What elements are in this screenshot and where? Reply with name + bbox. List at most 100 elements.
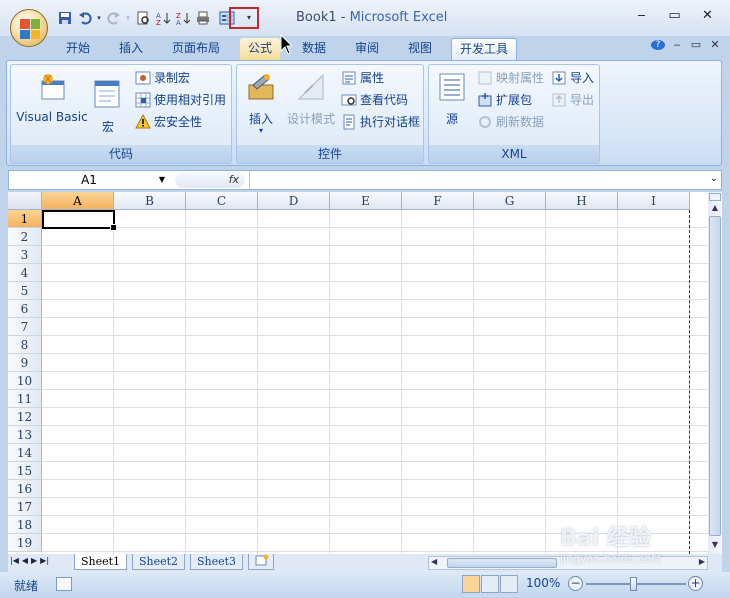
zoom-slider-knob[interactable] — [630, 577, 637, 591]
map-properties-button[interactable]: 映射属性 — [477, 69, 544, 86]
row-header[interactable]: 3 — [8, 246, 42, 264]
row-header[interactable]: 11 — [8, 390, 42, 408]
expansion-packs-button[interactable]: 扩展包 — [477, 91, 532, 108]
name-box-dropdown-icon[interactable]: ▼ — [159, 171, 165, 189]
column-header[interactable]: C — [186, 192, 258, 210]
view-code-button[interactable]: 查看代码 — [341, 91, 408, 108]
sheet-tab-2[interactable]: Sheet2 — [132, 554, 186, 570]
row-header[interactable]: 14 — [8, 444, 42, 462]
last-sheet-icon[interactable]: ▶| — [40, 556, 49, 565]
tab-formulas[interactable]: 公式 — [240, 38, 281, 60]
name-box[interactable]: A1 ▼ — [9, 171, 169, 189]
row-header[interactable]: 1 — [8, 210, 42, 228]
zoom-out-button[interactable]: − — [568, 576, 583, 591]
row-header[interactable]: 18 — [8, 516, 42, 534]
column-header[interactable]: H — [546, 192, 618, 210]
vertical-scroll-thumb[interactable] — [709, 216, 721, 536]
print-preview-icon[interactable] — [134, 9, 151, 26]
redo-icon[interactable] — [105, 9, 122, 26]
wb-close-button[interactable]: ✕ — [708, 38, 722, 51]
column-header[interactable]: F — [402, 192, 474, 210]
redo-dropdown-icon[interactable]: ▾ — [125, 9, 131, 26]
scroll-up-icon[interactable]: ▲ — [709, 203, 721, 215]
tab-data[interactable]: 数据 — [294, 38, 334, 60]
row-header[interactable]: 2 — [8, 228, 42, 246]
row-header[interactable]: 12 — [8, 408, 42, 426]
row-header[interactable]: 5 — [8, 282, 42, 300]
import-button[interactable]: 导入 — [551, 69, 594, 86]
undo-icon[interactable] — [76, 9, 93, 26]
run-dialog-button[interactable]: 执行对话框 — [341, 113, 420, 130]
sort-descending-icon[interactable]: ZA — [174, 9, 191, 26]
wb-minimize-button[interactable]: ‒ — [670, 38, 684, 51]
visual-basic-button[interactable]: Visual Basic — [15, 71, 89, 124]
office-button[interactable] — [10, 9, 48, 47]
macros-button[interactable]: 宏 — [91, 79, 125, 135]
row-header[interactable]: 13 — [8, 426, 42, 444]
column-header[interactable]: A — [42, 192, 114, 210]
row-header[interactable]: 7 — [8, 318, 42, 336]
record-macro-button[interactable]: 录制宏 — [135, 69, 190, 86]
close-button[interactable]: ✕ — [691, 6, 724, 26]
column-header[interactable]: I — [618, 192, 690, 210]
help-icon[interactable]: ? — [651, 39, 665, 50]
xml-source-button[interactable]: 源 — [433, 71, 471, 127]
wb-restore-button[interactable]: ▭ — [689, 38, 703, 51]
tab-developer[interactable]: 开发工具 — [451, 38, 518, 60]
sheet-tab-3[interactable]: Sheet3 — [190, 554, 244, 570]
design-mode-button[interactable]: 设计模式 — [283, 71, 339, 127]
row-header[interactable]: 15 — [8, 462, 42, 480]
sort-ascending-icon[interactable]: AZ — [154, 9, 171, 26]
properties-button[interactable]: 属性 — [341, 69, 384, 86]
prev-sheet-icon[interactable]: ◀ — [22, 556, 28, 565]
row-header[interactable]: 16 — [8, 480, 42, 498]
refresh-data-button[interactable]: 刷新数据 — [477, 113, 544, 130]
tab-insert[interactable]: 插入 — [111, 38, 151, 60]
tab-home[interactable]: 开始 — [58, 38, 98, 60]
expand-formula-bar-icon[interactable]: ⌄ — [710, 173, 718, 184]
zoom-in-button[interactable]: + — [688, 576, 703, 591]
row-header[interactable]: 17 — [8, 498, 42, 516]
tab-view[interactable]: 视图 — [400, 38, 440, 60]
minimize-button[interactable]: ‒ — [625, 6, 658, 26]
maximize-button[interactable]: ▭ — [658, 6, 691, 26]
row-header[interactable]: 19 — [8, 534, 42, 552]
row-header[interactable]: 4 — [8, 264, 42, 282]
scroll-left-icon[interactable]: ◀ — [431, 557, 437, 566]
split-box[interactable] — [709, 193, 721, 201]
insert-function-button[interactable]: fx — [175, 172, 245, 188]
page-break-view-button[interactable] — [500, 575, 518, 593]
scroll-down-icon[interactable]: ▼ — [709, 540, 721, 552]
macro-record-icon[interactable] — [56, 577, 72, 591]
tab-review[interactable]: 审阅 — [347, 38, 387, 60]
normal-view-button[interactable] — [462, 575, 480, 593]
page-layout-view-button[interactable] — [481, 575, 499, 593]
worksheet-grid[interactable]: A B C D E F G H I 1 2 3 4 5 6 7 8 9 10 11 12 13 14 15 16 17 18 19 — [8, 192, 708, 554]
vertical-scrollbar[interactable]: ▲ ▼ — [708, 192, 722, 554]
insert-sheet-button[interactable] — [248, 554, 274, 570]
zoom-level[interactable]: 100% — [526, 576, 560, 590]
save-icon[interactable] — [56, 9, 73, 26]
active-cell[interactable] — [42, 210, 117, 231]
relative-reference-button[interactable]: 使用相对引用 — [135, 91, 226, 108]
horizontal-scroll-thumb[interactable] — [447, 558, 557, 568]
insert-control-button[interactable]: 插入 ▾ — [241, 71, 281, 135]
sheet-tab-1[interactable]: Sheet1 — [74, 554, 128, 570]
macro-security-button[interactable]: 宏安全性 — [135, 113, 202, 130]
row-header[interactable]: 8 — [8, 336, 42, 354]
column-header[interactable]: G — [474, 192, 546, 210]
formula-input[interactable] — [249, 171, 705, 189]
print-icon[interactable] — [194, 9, 211, 26]
column-header[interactable]: E — [330, 192, 402, 210]
row-header[interactable]: 6 — [8, 300, 42, 318]
column-header[interactable]: B — [114, 192, 186, 210]
first-sheet-icon[interactable]: |◀ — [10, 556, 19, 565]
scroll-right-icon[interactable]: ▶ — [699, 557, 705, 566]
select-all-button[interactable] — [8, 192, 42, 210]
row-header[interactable]: 10 — [8, 372, 42, 390]
horizontal-scrollbar[interactable]: ◀ ▶ — [428, 556, 708, 570]
export-button[interactable]: 导出 — [551, 91, 594, 108]
tab-page-layout[interactable]: 页面布局 — [164, 38, 228, 60]
undo-dropdown-icon[interactable]: ▾ — [96, 9, 102, 26]
row-header[interactable]: 9 — [8, 354, 42, 372]
